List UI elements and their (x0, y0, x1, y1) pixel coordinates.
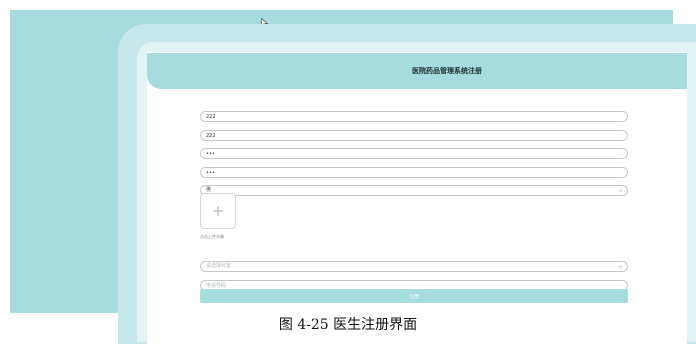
upload-hint: 点击上传头像 (200, 234, 224, 239)
avatar-upload-button[interactable] (200, 193, 236, 229)
confirm-password-input[interactable] (200, 167, 628, 178)
page-title: 医院药品管理系统注册 (412, 67, 482, 75)
register-button[interactable]: 注册 (200, 289, 628, 303)
chevron-down-icon (618, 189, 623, 192)
plus-icon (213, 206, 223, 216)
chevron-down-icon (618, 265, 623, 268)
department-select-placeholder: 请选择科室 (206, 263, 232, 269)
page-header: 医院药品管理系统注册 (147, 53, 687, 89)
password-input[interactable] (200, 148, 628, 159)
department-select[interactable]: 请选择科室 (200, 261, 628, 272)
figure-caption: 图 4-25 医生注册界面 (278, 317, 418, 333)
name-input[interactable] (200, 130, 628, 141)
username-input[interactable] (200, 111, 628, 122)
gender-select[interactable]: 男 (200, 185, 628, 196)
